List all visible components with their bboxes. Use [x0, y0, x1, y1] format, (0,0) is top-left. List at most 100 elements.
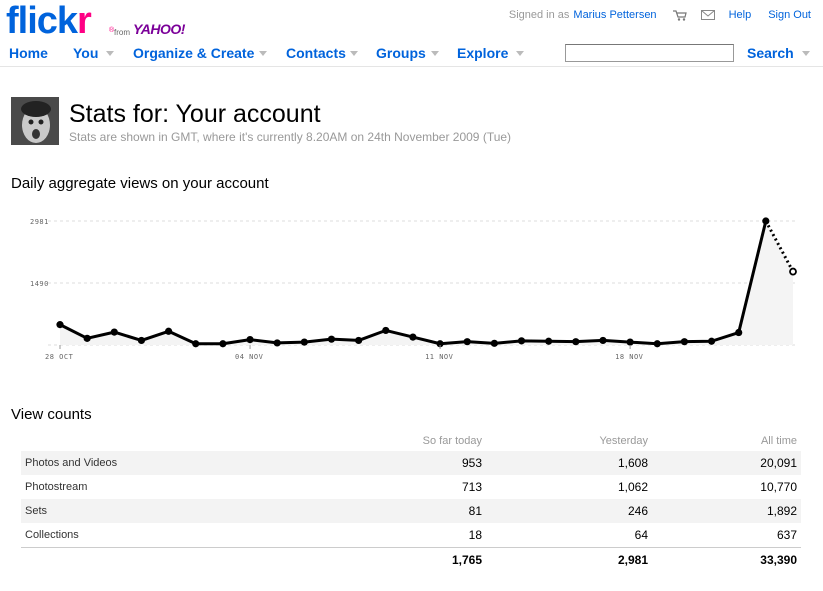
data-point	[83, 334, 91, 342]
account-bar: Signed in as Marius Pettersen Help Sign …	[509, 8, 811, 22]
data-point	[409, 333, 417, 341]
cart-icon[interactable]	[672, 9, 687, 21]
data-point	[355, 336, 363, 345]
cell-today: 81	[311, 499, 486, 523]
data-point	[653, 340, 661, 348]
logo-from: from	[114, 28, 130, 37]
header-yesterday: Yesterday	[599, 435, 648, 447]
data-point	[572, 338, 580, 346]
search-button[interactable]: Search	[747, 45, 794, 61]
chart-y-ticks: 2981 1490	[30, 218, 49, 288]
cell-yesterday: 1,062	[617, 480, 648, 494]
signed-in-label: Signed in as	[508, 9, 570, 21]
nav-contacts[interactable]: Contacts	[286, 45, 346, 61]
data-point	[680, 338, 689, 346]
chart-section-title: Daily aggregate views on your account	[11, 175, 269, 192]
data-point	[517, 337, 526, 345]
chart-x-ticks: 28 OCT 04 NOV 11 NOV 18 NOV	[45, 345, 644, 361]
table-row: Photostream 713 1,062 10,770	[21, 475, 801, 499]
cell-today: 18	[468, 527, 482, 542]
data-point	[192, 340, 200, 348]
cell-yesterday: 246	[486, 499, 652, 523]
username-link[interactable]: Marius Pettersen	[573, 9, 656, 21]
row-label: Sets	[21, 499, 311, 523]
data-point	[164, 327, 173, 335]
page-subtitle: Stats are shown in GMT, where it's curre…	[69, 130, 512, 144]
counts-section-title: View counts	[11, 406, 92, 423]
data-point	[463, 338, 471, 346]
cell-today: 953	[311, 451, 486, 475]
nav-organize-dropdown-icon[interactable]	[259, 51, 267, 56]
nav-home[interactable]: Home	[9, 45, 48, 61]
header-blank	[21, 427, 311, 451]
data-point	[490, 339, 498, 347]
data-point	[599, 336, 607, 345]
view-counts-table: So far today Yesterday All time Photos a…	[21, 427, 801, 573]
data-point	[273, 339, 281, 347]
nav-you[interactable]: You	[73, 45, 98, 61]
table-row: Collections 18 64 637	[21, 523, 801, 547]
data-point	[246, 335, 254, 344]
mail-icon[interactable]	[700, 10, 715, 20]
y-tick-label: 1490	[30, 280, 49, 288]
table-row: Photos and Videos 953 1,608 20,091	[21, 451, 801, 475]
cell-all-time: 20,091	[652, 451, 801, 475]
sign-out-link[interactable]: Sign Out	[768, 9, 811, 21]
logo-flick: flick	[6, 0, 78, 42]
nav-contacts-dropdown-icon[interactable]	[350, 51, 358, 56]
x-tick-label: 18 NOV	[615, 353, 644, 361]
data-point	[137, 336, 146, 345]
cell-yesterday: 64	[634, 527, 648, 542]
data-point	[219, 340, 227, 348]
data-point	[707, 337, 716, 345]
yahoo-logo: YAHOO!	[133, 21, 185, 37]
nav-organize-create[interactable]: Organize & Create	[133, 45, 254, 61]
chart-line	[59, 220, 768, 346]
table-header-row: So far today Yesterday All time	[21, 427, 801, 451]
data-point	[110, 328, 118, 336]
cell-all-time: 10,770	[760, 480, 797, 494]
data-point	[626, 338, 634, 346]
table-row: Sets 81 246 1,892	[21, 499, 801, 523]
flickr-logo[interactable]: flickr ®	[6, 0, 114, 42]
totals-row: 1,765 2,981 33,390	[21, 546, 801, 573]
row-label: Photos and Videos	[21, 451, 311, 475]
data-point	[545, 337, 553, 345]
search-input[interactable]	[565, 44, 734, 62]
avatar-image	[11, 97, 59, 145]
x-tick-label: 04 NOV	[235, 353, 264, 361]
search-dropdown-icon[interactable]	[802, 51, 810, 56]
totals-label	[21, 546, 311, 573]
daily-views-chart: 2981 1490 28 OCT 04 NOV 11 NOV 18 NOV	[30, 217, 797, 361]
nav-explore-dropdown-icon[interactable]	[516, 51, 524, 56]
data-point	[762, 217, 770, 225]
cell-today: 713	[461, 480, 482, 494]
total-yesterday: 2,981	[486, 546, 652, 573]
chart-points	[56, 217, 797, 348]
avatar[interactable]	[11, 97, 59, 145]
cell-all-time: 1,892	[652, 499, 801, 523]
nav-groups[interactable]: Groups	[376, 45, 426, 61]
logo-r: r	[77, 0, 92, 42]
data-point	[382, 326, 390, 335]
x-tick-label: 28 OCT	[45, 353, 74, 361]
data-point	[300, 338, 308, 346]
header-today: So far today	[422, 435, 482, 447]
cell-all-time: 637	[776, 527, 797, 542]
nav-groups-dropdown-icon[interactable]	[431, 51, 439, 56]
nav-explore[interactable]: Explore	[457, 45, 508, 61]
x-tick-label: 11 NOV	[425, 353, 454, 361]
page-title: Stats for: Your account	[69, 100, 321, 128]
data-point	[735, 328, 743, 337]
nav-you-dropdown-icon[interactable]	[106, 51, 114, 56]
row-label: Collections	[25, 528, 79, 541]
row-label: Photostream	[25, 481, 88, 493]
data-point	[789, 267, 797, 276]
data-point	[56, 321, 64, 329]
header-all-time: All time	[760, 435, 797, 447]
y-tick-label: 2981	[30, 218, 49, 226]
total-all-time: 33,390	[652, 546, 801, 573]
cell-yesterday: 1,608	[486, 451, 652, 475]
total-today: 1,765	[311, 546, 486, 573]
help-link[interactable]: Help	[729, 9, 752, 21]
